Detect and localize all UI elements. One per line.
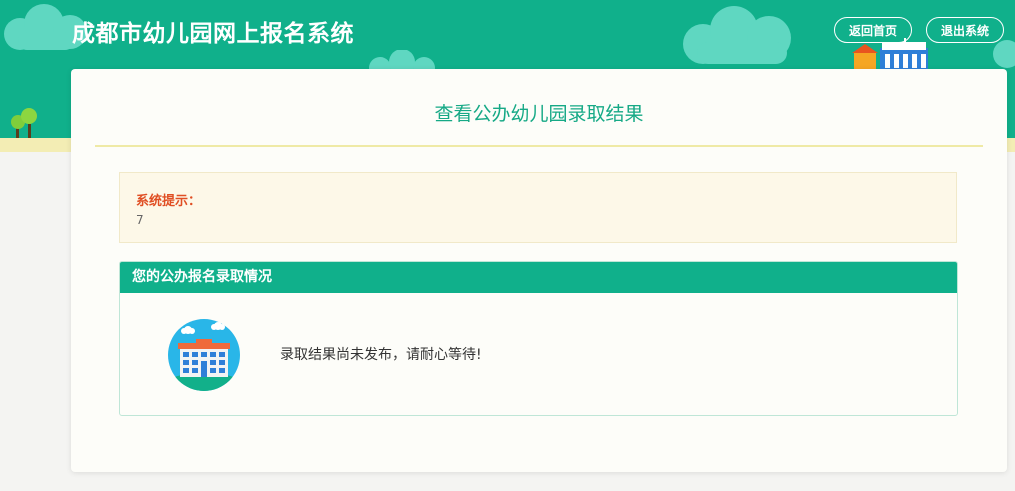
- admission-result-panel: 您的公办报名录取情况 录取结果尚未发布，请耐心等待!: [119, 261, 958, 416]
- admission-status-message: 录取结果尚未发布，请耐心等待!: [280, 347, 482, 363]
- kindergarten-building-icon: [852, 38, 928, 72]
- system-notice: 系统提示： 7: [119, 172, 957, 243]
- logout-button[interactable]: 退出系统: [926, 17, 1004, 43]
- site-title: 成都市幼儿园网上报名系统: [72, 21, 354, 47]
- notice-label: 系统提示：: [136, 194, 202, 209]
- panel-heading: 您的公办报名录取情况: [120, 262, 957, 293]
- notice-text: 7: [136, 213, 144, 227]
- content-card: 查看公办幼儿园录取结果 系统提示： 7 您的公办报名录取情况 录取结果尚未发布，…: [71, 69, 1007, 472]
- home-button[interactable]: 返回首页: [834, 17, 912, 43]
- cloud-decoration: [683, 6, 791, 64]
- school-building-icon: [168, 319, 240, 391]
- title-divider: [95, 145, 983, 147]
- page-title: 查看公办幼儿园录取结果: [434, 103, 644, 125]
